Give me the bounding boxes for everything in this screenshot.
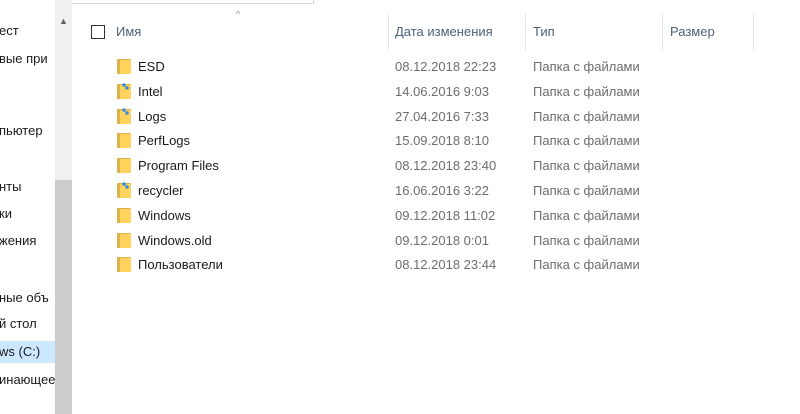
file-type: Папка с файлами [533,59,640,74]
column-separator[interactable] [525,14,526,50]
nav-item-label: ws (C:) [0,344,41,359]
file-row[interactable]: Intel 14.06.2016 9:03 Папка с файлами [72,79,772,104]
file-type: Папка с файлами [533,83,640,99]
column-header-name[interactable]: Имя [116,14,141,50]
folder-icon [117,158,131,174]
sort-ascending-icon: ^ [236,9,241,19]
nav-item-label: ки [0,206,12,221]
nav-item-label: ест [0,23,19,38]
share-badge-icon [122,107,129,115]
nav-item[interactable]: й стол [0,313,55,335]
file-name: ESD [138,59,165,74]
share-badge-icon [122,82,129,90]
file-type: Папка с файлами [533,133,640,149]
column-header-type[interactable]: Тип [533,14,555,50]
scroll-up-arrow-icon[interactable]: ▲ [55,14,72,28]
file-name: Пользователи [138,257,223,273]
file-type: Папка с файлами [533,158,640,174]
file-row[interactable]: recycler 16.06.2016 3:22 Папка с файлами [72,178,772,203]
folder-icon [117,133,131,149]
file-name: Program Files [138,158,219,174]
nav-item[interactable]: ест [0,20,55,42]
file-date: 09.12.2018 11:02 [395,207,496,223]
nav-item-label: жения [0,233,37,248]
file-name: Logs [138,108,167,124]
column-header-size[interactable]: Размер [670,14,715,50]
file-type: Папка с файлами [533,232,640,248]
share-badge-icon [122,182,129,189]
file-type: Папка с файлами [533,207,640,223]
column-header-date[interactable]: Дата изменения [395,14,493,50]
file-name: Intel [138,83,163,99]
column-separator[interactable] [662,14,663,50]
file-row[interactable]: Windows 09.12.2018 11:02 Папка с файлами [72,203,772,228]
nav-item[interactable]: ws (C:) [0,341,55,363]
nav-scrollbar-thumb[interactable] [55,180,72,414]
file-name: Windows.old [138,232,212,248]
nav-item[interactable]: вые при [0,48,55,70]
file-type: Папка с файлами [533,183,640,198]
shared-folder-icon [117,182,131,198]
file-row[interactable]: PerfLogs 15.09.2018 8:10 Папка с файлами [72,128,772,153]
select-all-checkbox[interactable] [91,25,105,39]
file-row[interactable]: ESD 08.12.2018 22:23 Папка с файлами [72,54,772,79]
nav-scrollbar[interactable]: ▲ [55,0,72,414]
file-row[interactable]: Program Files 08.12.2018 23:40 Папка с фай… [72,153,772,178]
nav-item-label: нты [0,179,22,194]
nav-item-label: вые при [0,51,48,66]
file-date: 16.06.2016 3:22 [395,183,489,198]
folder-icon [117,257,131,273]
file-date: 27.04.2016 7:33 [395,108,489,124]
file-type: Папка с файлами [533,257,640,273]
file-name: PerfLogs [138,133,191,149]
nav-item-label: й стол [0,316,37,331]
shared-folder-icon [117,82,131,99]
file-date: 15.09.2018 8:10 [395,133,489,149]
file-date: 08.12.2018 22:23 [395,59,497,74]
nav-item-label: ные объ [0,290,49,305]
folder-icon [117,232,131,248]
folder-icon [117,207,131,223]
file-date: 09.12.2018 0:01 [395,232,489,248]
folder-icon [117,59,131,74]
column-header: ^ Имя Дата изменения Тип Размер [72,9,800,50]
column-separator[interactable] [388,14,389,50]
navigation-pane: ест вые при пьютер нты ки жения ные объ й стол w… [0,0,72,414]
file-row[interactable]: Windows.old 09.12.2018 0:01 Папка с файлам… [72,228,772,253]
file-date: 08.12.2018 23:40 [395,158,497,174]
nav-item[interactable]: ки [0,203,55,225]
nav-item-label: пьютер [0,123,43,138]
address-bar-remnant [0,0,800,6]
nav-item[interactable]: ные объ [0,287,55,309]
file-date: 08.12.2018 23:44 [395,257,497,273]
file-type: Папка с файлами [533,108,640,124]
nav-item-label: инающее [0,372,55,387]
file-date: 14.06.2016 9:03 [395,83,489,99]
nav-item[interactable]: пьютер [0,120,55,142]
column-separator[interactable] [753,14,754,50]
file-name: recycler [138,183,184,198]
shared-folder-icon [117,107,131,124]
nav-item[interactable]: нты [0,176,55,198]
file-row[interactable]: Logs 27.04.2016 7:33 Папка с файлами [72,104,772,129]
file-row[interactable]: Пользователи 08.12.2018 23:44 Папка с файл… [72,252,772,277]
nav-item[interactable]: жения [0,230,55,252]
nav-item[interactable]: инающее [0,369,55,391]
file-name: Windows [138,207,191,223]
